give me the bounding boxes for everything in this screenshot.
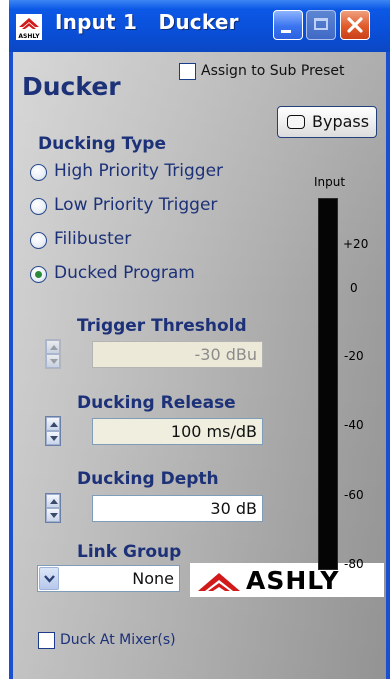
ducking-depth-label: Ducking Depth <box>77 469 219 489</box>
ducking-depth-field[interactable]: 30 dB <box>92 495 263 522</box>
arrow-up-icon <box>50 345 58 350</box>
bypass-button[interactable]: Bypass <box>277 106 377 138</box>
dropdown-button[interactable] <box>39 567 59 590</box>
radio-low-priority-trigger[interactable] <box>30 198 47 215</box>
stepper-up-button[interactable] <box>46 340 60 354</box>
chevron-down-icon <box>44 575 55 583</box>
close-icon <box>347 17 363 33</box>
minimize-button[interactable] <box>273 10 303 40</box>
ducking-depth-stepper[interactable] <box>45 493 61 523</box>
radio-ducked-program[interactable] <box>30 266 47 283</box>
stepper-down-button[interactable] <box>46 354 60 368</box>
ducking-release-field[interactable]: 100 ms/dB <box>92 418 263 445</box>
input-meter-bar <box>318 198 338 570</box>
radio-selected-dot <box>35 271 42 278</box>
ashly-app-icon[interactable]: ASHLY <box>16 14 42 40</box>
arrow-up-icon <box>50 499 58 504</box>
svg-text:ASHLY: ASHLY <box>18 33 40 40</box>
trigger-threshold-field: -30 dBu <box>92 341 263 368</box>
meter-tick-label: +20 <box>343 237 369 251</box>
radio-label-high-priority-trigger[interactable]: High Priority Trigger <box>54 161 223 181</box>
maximize-button[interactable] <box>306 10 336 40</box>
ashly-logo-icon <box>198 573 240 591</box>
meter-tick-label: -60 <box>344 488 364 502</box>
ashly-logo-text: ASHLY <box>246 566 340 595</box>
minimize-icon <box>281 30 291 33</box>
duck-at-mixers-checkbox[interactable] <box>38 632 55 649</box>
maximize-icon <box>314 18 328 30</box>
arrow-up-icon <box>50 422 58 427</box>
assign-to-sub-preset-checkbox[interactable] <box>179 63 196 80</box>
bypass-label: Bypass <box>312 112 370 131</box>
stepper-up-button[interactable] <box>46 417 60 431</box>
radio-label-filibuster[interactable]: Filibuster <box>54 229 131 249</box>
radio-high-priority-trigger[interactable] <box>30 164 47 181</box>
stepper-down-button[interactable] <box>46 508 60 522</box>
meter-tick-label: -20 <box>344 349 364 363</box>
stepper-down-button[interactable] <box>46 431 60 445</box>
radio-filibuster[interactable] <box>30 232 47 249</box>
arrow-down-icon <box>50 513 58 518</box>
ducker-window: ASHLY Input 1 Ducker Ducker Assign to Su… <box>9 0 390 679</box>
trigger-threshold-stepper[interactable] <box>45 339 61 369</box>
arrow-down-icon <box>50 359 58 364</box>
title-bar[interactable]: ASHLY Input 1 Ducker <box>9 0 390 52</box>
link-group-label: Link Group <box>77 542 182 562</box>
page-title: Ducker <box>22 72 121 101</box>
ducker-panel: Ducker Assign to Sub Preset Bypass Ducki… <box>13 52 386 679</box>
link-group-select[interactable]: None <box>37 565 180 592</box>
radio-label-low-priority-trigger[interactable]: Low Priority Trigger <box>54 195 217 215</box>
ducking-type-label: Ducking Type <box>38 134 166 154</box>
link-group-value: None <box>132 569 174 588</box>
stepper-up-button[interactable] <box>46 494 60 508</box>
ducking-release-label: Ducking Release <box>77 393 236 413</box>
arrow-down-icon <box>50 436 58 441</box>
bypass-indicator-icon <box>287 115 305 129</box>
close-button[interactable] <box>340 10 370 40</box>
radio-label-ducked-program[interactable]: Ducked Program <box>54 263 195 283</box>
duck-at-mixers-label: Duck At Mixer(s) <box>60 632 176 648</box>
meter-tick-label: 0 <box>350 281 358 295</box>
window-title: Input 1 Ducker <box>55 10 239 34</box>
meter-tick-label: -80 <box>344 557 364 571</box>
trigger-threshold-label: Trigger Threshold <box>77 316 247 336</box>
assign-to-sub-preset-label: Assign to Sub Preset <box>201 63 345 79</box>
meter-tick-label: -40 <box>344 418 364 432</box>
input-meter-label: Input <box>314 175 346 189</box>
ducking-release-stepper[interactable] <box>45 416 61 446</box>
